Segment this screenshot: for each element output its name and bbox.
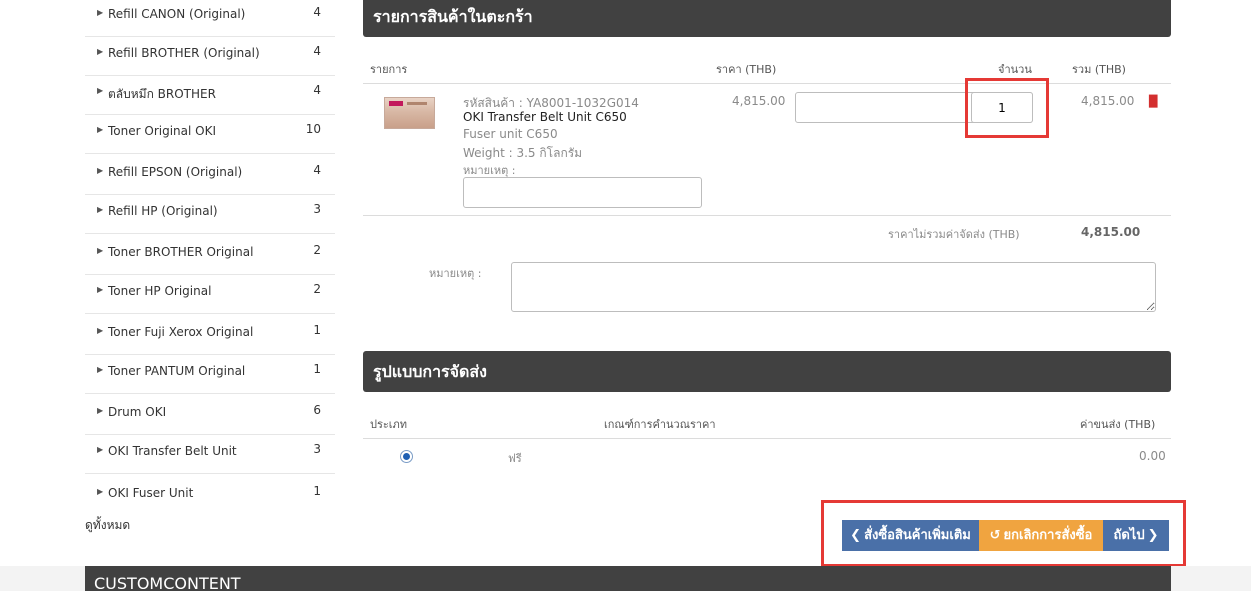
category-count: 4 [313, 163, 321, 177]
column-fee: ค่าขนส่ง (THB) [1080, 418, 1156, 431]
category-item[interactable]: ▶ ตลับหมึก BROTHER 4 [85, 76, 335, 115]
category-label: Refill HP (Original) [108, 204, 218, 218]
category-item[interactable]: ▶ Toner Original OKI 10 [85, 115, 335, 154]
subtotal-label: ราคาไม่รวมค่าจัดส่ง (THB) [888, 228, 1020, 241]
caret-right-icon: ▶ [97, 246, 104, 255]
column-price: ราคา (THB) [716, 63, 777, 76]
caret-right-icon: ▶ [97, 205, 104, 214]
radio-selected-dot [403, 453, 410, 460]
caret-right-icon: ▶ [97, 86, 104, 95]
category-label: Refill BROTHER (Original) [108, 46, 260, 60]
caret-right-icon: ▶ [97, 285, 104, 294]
actions-highlight [821, 500, 1186, 567]
category-count: 3 [313, 442, 321, 456]
category-item[interactable]: ▶ Refill BROTHER (Original) 4 [85, 37, 335, 76]
order-note-label: หมายเหตุ : [429, 267, 482, 280]
product-label-stripe [389, 101, 403, 106]
category-label: Toner PANTUM Original [108, 364, 246, 378]
category-count: 6 [313, 403, 321, 417]
category-item[interactable]: ▶ Toner PANTUM Original 1 [85, 355, 335, 394]
item-price: 4,815.00 [732, 94, 786, 108]
caret-right-icon: ▶ [97, 326, 104, 335]
caret-right-icon: ▶ [97, 445, 104, 454]
category-label: OKI Fuser Unit [108, 486, 194, 500]
caret-right-icon: ▶ [97, 8, 104, 17]
product-name[interactable]: OKI Transfer Belt Unit C650 [463, 110, 627, 124]
divider [363, 438, 1171, 439]
shipping-fee: 0.00 [1139, 449, 1166, 463]
category-count: 1 [313, 323, 321, 337]
quantity-highlight [965, 78, 1049, 138]
shipping-option-radio[interactable] [400, 450, 413, 463]
product-thumbnail[interactable] [384, 97, 435, 129]
category-count: 1 [313, 484, 321, 498]
shipping-title: รูปแบบการจัดส่ง [363, 351, 1171, 392]
subtotal-value: 4,815.00 [1081, 225, 1141, 239]
product-label-stripe [407, 102, 427, 105]
column-item: รายการ [370, 63, 408, 76]
product-code: YA8001-1032G014 [526, 96, 639, 110]
category-label: Toner Original OKI [108, 124, 216, 138]
product-description: Fuser unit C650 [463, 127, 558, 141]
category-sidebar: ▶ Refill CANON (Original) 4 ▶ Refill BRO… [85, 0, 335, 513]
category-count: 3 [313, 202, 321, 216]
category-item[interactable]: ▶ Drum OKI 6 [85, 394, 335, 435]
column-criteria: เกณฑ์การคำนวณราคา [604, 418, 716, 431]
column-total: รวม (THB) [1072, 63, 1126, 76]
category-count: 4 [313, 44, 321, 58]
category-item[interactable]: ▶ Refill EPSON (Original) 4 [85, 154, 335, 195]
category-count: 1 [313, 362, 321, 376]
category-count: 2 [313, 282, 321, 296]
category-item[interactable]: ▶ OKI Transfer Belt Unit 3 [85, 435, 335, 474]
category-count: 2 [313, 243, 321, 257]
category-item[interactable]: ▶ OKI Fuser Unit 1 [85, 474, 335, 513]
trash-icon[interactable]: █ [1149, 95, 1157, 108]
caret-right-icon: ▶ [97, 365, 104, 374]
caret-right-icon: ▶ [97, 47, 104, 56]
category-item[interactable]: ▶ Toner BROTHER Original 2 [85, 234, 335, 275]
category-count: 4 [313, 5, 321, 19]
caret-right-icon: ▶ [97, 487, 104, 496]
category-label: Drum OKI [108, 405, 167, 419]
column-type: ประเภท [370, 418, 408, 431]
order-note-textarea[interactable] [511, 262, 1156, 312]
category-label: Refill EPSON (Original) [108, 165, 243, 179]
column-qty: จำนวน [998, 63, 1032, 76]
category-item[interactable]: ▶ Refill HP (Original) 3 [85, 195, 335, 234]
caret-right-icon: ▶ [97, 166, 104, 175]
divider [363, 215, 1171, 216]
item-note-input[interactable] [463, 177, 702, 208]
caret-right-icon: ▶ [97, 125, 104, 134]
caret-right-icon: ▶ [97, 406, 104, 415]
category-label: OKI Transfer Belt Unit [108, 444, 237, 458]
shipping-option-name: ฟรี [508, 452, 522, 465]
category-item[interactable]: ▶ Toner Fuji Xerox Original 1 [85, 314, 335, 355]
category-label: Toner HP Original [108, 284, 212, 298]
category-item[interactable]: ▶ Toner HP Original 2 [85, 275, 335, 314]
item-total: 4,815.00 [1081, 94, 1135, 108]
product-code-label: รหัสสินค้า : [463, 96, 523, 110]
custom-content-title: CUSTOMCONTENT [85, 566, 1171, 591]
category-item[interactable]: ▶ Refill CANON (Original) 4 [85, 0, 335, 37]
category-label: ตลับหมึก BROTHER [108, 87, 216, 101]
divider [363, 83, 1171, 84]
category-label: Refill CANON (Original) [108, 7, 246, 21]
category-label: Toner Fuji Xerox Original [108, 325, 254, 339]
category-count: 10 [305, 122, 321, 136]
view-all-link[interactable]: ดูทั้งหมด [85, 516, 130, 535]
cart-title: รายการสินค้าในตะกร้า [363, 0, 1171, 37]
category-label: Toner BROTHER Original [108, 245, 254, 259]
category-count: 4 [313, 83, 321, 97]
